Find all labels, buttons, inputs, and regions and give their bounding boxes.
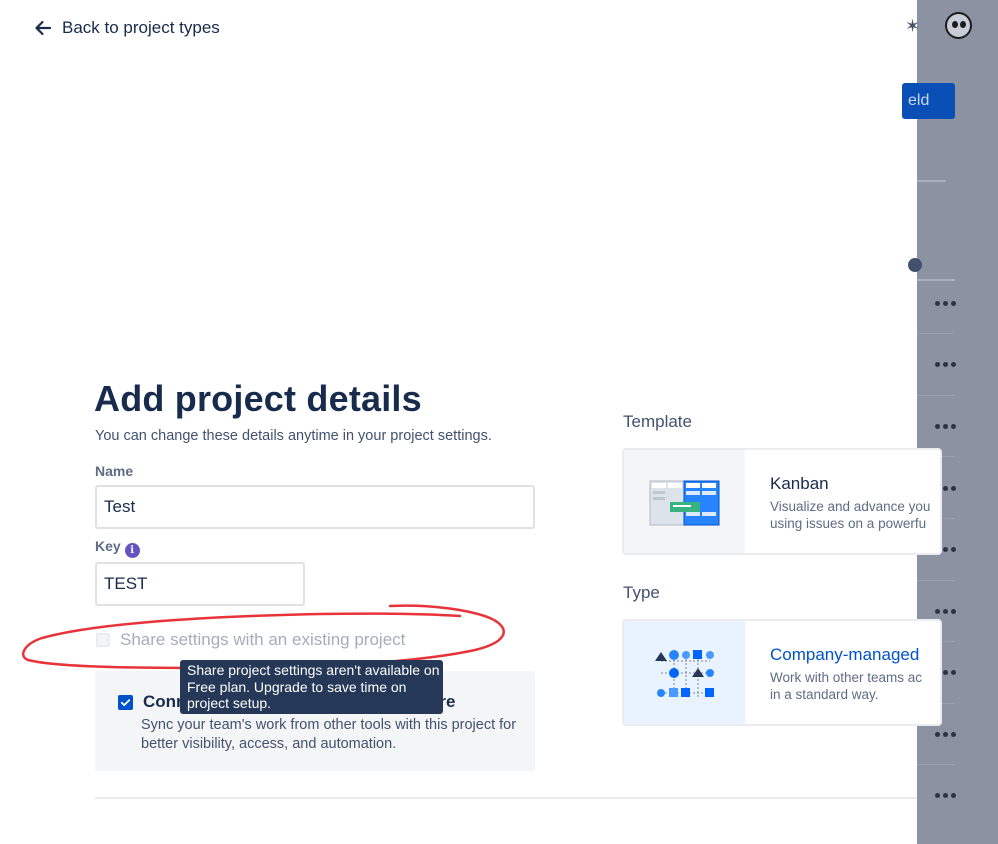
back-label: Back to project types [62,18,220,37]
connect-tools-checkbox[interactable] [118,695,133,710]
key-input-value: TEST [104,574,148,593]
share-settings-checkbox[interactable] [96,633,110,647]
template-desc-line2: using issues on a powerfu [770,516,927,531]
background-divider [917,279,955,281]
row-divider [917,580,955,581]
checkmark-icon [120,699,131,707]
kanban-illustration [624,450,745,553]
name-label: Name [95,463,134,479]
type-card[interactable]: Company-managed Work with other teams ac… [622,619,942,726]
background-divider [917,180,946,182]
background-create-button: eld [902,83,955,119]
connect-tools-description: Sync your team's work from other tools w… [141,717,517,752]
settings-icon: ✶ [905,16,921,36]
type-desc-line2: in a standard way. [770,687,879,702]
template-section-label: Template [623,412,692,431]
back-to-project-types-link[interactable]: Back to project types [34,18,220,38]
template-name: Kanban [770,474,829,493]
arrow-left-icon [35,20,52,36]
page-title: Add project details [94,378,422,419]
template-card[interactable]: Kanban Visualize and advance you using i… [622,448,942,555]
more-actions-icon [935,424,957,430]
name-input[interactable]: Test [95,485,535,529]
more-actions-icon [935,301,957,307]
footer-divider [95,797,917,799]
row-divider [917,764,955,765]
key-label-row: Key i [95,538,140,558]
share-settings-row: Share settings with an existing project [96,630,405,650]
type-desc-line1: Work with other teams ac [770,670,923,685]
page-subtitle: You can change these details anytime in … [95,428,492,444]
template-desc-line1: Visualize and advance you [770,499,931,514]
type-name: Company-managed [770,645,920,664]
background-status-dot [908,258,922,272]
share-settings-label: Share settings with an existing project [120,630,406,649]
row-divider [917,395,955,396]
more-actions-icon [935,362,957,368]
share-settings-tooltip: Share project settings aren't available … [180,660,443,714]
more-actions-icon [935,732,957,738]
more-actions-icon [935,793,957,799]
key-input[interactable]: TEST [95,562,305,606]
more-actions-icon [935,609,957,615]
row-divider [917,333,955,334]
company-managed-illustration [624,621,745,724]
type-section-label: Type [623,583,660,602]
avatar [945,12,972,39]
key-label: Key [95,538,121,554]
name-input-value: Test [104,497,136,516]
info-icon[interactable]: i [124,543,140,558]
